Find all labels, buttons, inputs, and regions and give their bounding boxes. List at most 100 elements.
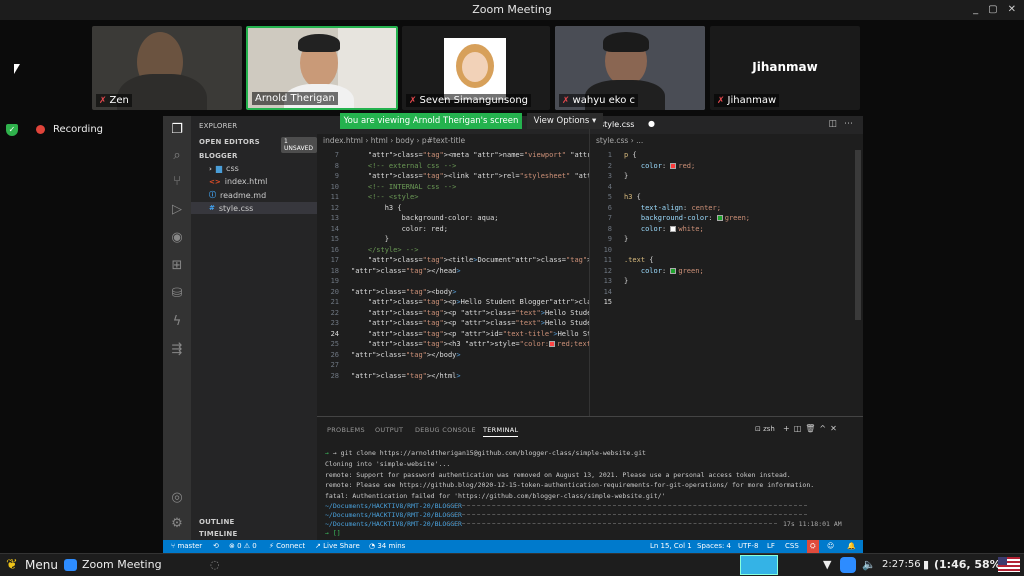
code-line[interactable]: 18 "attr">class="tag"></head> — [317, 266, 461, 277]
participant-tile-arnold[interactable]: Arnold Therigan — [246, 26, 398, 110]
split-terminal-icon[interactable]: ◫ — [794, 424, 806, 433]
code-line[interactable]: 28 "attr">class="tag"></html> — [317, 371, 461, 382]
clock[interactable]: 2:27:56 — [882, 554, 921, 576]
split-editor-icon[interactable]: ◫ — [828, 119, 837, 129]
tab-terminal[interactable]: TERMINAL — [483, 426, 519, 437]
code-line[interactable]: 8 <!-- external css --> — [317, 161, 457, 172]
problems-status[interactable]: ⊗ 0 ⚠ 0 — [229, 540, 257, 553]
code-line[interactable]: 15 } — [317, 234, 389, 245]
editor-style-css[interactable]: style.css ● ◫ ⋯ style.css › ... 1 p {2 co… — [589, 116, 863, 416]
timeline-section[interactable]: TIMELINE — [199, 530, 237, 538]
participant-tile-zen[interactable]: ✗ Zen — [92, 26, 242, 110]
feedback-icon[interactable]: ☺ — [827, 540, 834, 553]
remote-icon[interactable]: ⇶ — [169, 342, 185, 358]
tree-item-index-html[interactable]: <> index.html — [209, 177, 267, 186]
connect-status[interactable]: ⚡ Connect — [269, 540, 305, 553]
code-line[interactable]: 11 <!-- <style> — [317, 192, 419, 203]
go-live-icon[interactable]: ⛭ — [807, 540, 819, 553]
folder-blogger[interactable]: BLOGGER — [199, 152, 238, 160]
liveshare-status[interactable]: ↗ Live Share — [315, 540, 360, 553]
editor-scrollbar[interactable] — [855, 150, 861, 320]
run-debug-icon[interactable]: ▷ — [169, 202, 185, 218]
code-line[interactable]: 3} — [590, 171, 628, 182]
code-line[interactable]: 13} — [590, 276, 629, 287]
explorer-icon[interactable]: ❐ — [169, 122, 185, 138]
tree-item-style-css[interactable]: # style.css — [191, 202, 317, 214]
close-panel-icon[interactable]: ✕ — [830, 424, 841, 433]
code-line[interactable]: 12 h3 { — [317, 203, 402, 214]
code-line[interactable]: 1 p { — [590, 150, 637, 161]
tree-item-readme-md[interactable]: ⓘ readme.md — [209, 190, 266, 200]
code-line[interactable]: 10 <!-- INTERNAL css --> — [317, 182, 457, 193]
code-line[interactable]: 5 h3 { — [590, 192, 641, 203]
security-shield-icon[interactable]: ✓ — [6, 124, 18, 136]
participant-tile-wahyu[interactable]: ✗ wahyu eko c — [555, 26, 705, 110]
settings-gear-icon[interactable]: ⚙ — [169, 516, 185, 532]
tab-style-css[interactable]: style.css — [600, 120, 634, 129]
us-flag-keyboard-layout-icon[interactable] — [998, 557, 1020, 572]
breadcrumb[interactable]: style.css › ... — [596, 136, 643, 145]
database-icon[interactable]: ⛁ — [169, 286, 185, 302]
code-line[interactable]: 2 color: red; — [590, 161, 695, 172]
code-line[interactable]: 10 — [590, 245, 624, 256]
tab-output[interactable]: OUTPUT — [375, 426, 403, 434]
mint-menu-icon[interactable]: ❦ — [6, 554, 18, 576]
account-icon[interactable]: ◎ — [169, 490, 185, 506]
search-icon[interactable]: ⌕ — [169, 148, 185, 164]
time-status[interactable]: ◔ 34 mins — [369, 540, 405, 553]
tab-problems[interactable]: PROBLEMS — [327, 426, 365, 434]
view-options-button[interactable]: View Options ▾ — [527, 113, 603, 129]
zoom-tray-thumbnail[interactable] — [740, 555, 778, 575]
code-line[interactable]: 14 color: red; — [317, 224, 448, 235]
outline-section[interactable]: OUTLINE — [199, 518, 235, 526]
terminal-panel[interactable]: PROBLEMS OUTPUT DEBUG CONSOLE TERMINAL ⊡… — [317, 416, 863, 540]
menu-button[interactable]: Menu — [25, 554, 58, 576]
participant-tile-seven[interactable]: ✗ Seven Simangunsong — [402, 26, 550, 110]
code-line[interactable]: 14 — [590, 287, 624, 298]
tree-item-css[interactable]: › ▆ css — [209, 164, 239, 173]
code-line[interactable]: 16 </style> --> — [317, 245, 419, 256]
liveshare-icon[interactable]: ϟ — [169, 314, 185, 330]
code-line[interactable]: 19 — [317, 276, 351, 287]
terminal-input-line[interactable]: → [] — [325, 529, 341, 537]
code-line[interactable]: 17 "attr">class="tag"><title>Document"at… — [317, 255, 625, 266]
participant-tile-jihanmaw[interactable]: Jihanmaw ✗ Jihanmaw — [710, 26, 860, 110]
code-line[interactable]: 4 — [590, 182, 624, 193]
terminal-shell-selector[interactable]: ⊡ zsh — [755, 425, 775, 433]
code-line[interactable]: 6 text-align: center; — [590, 203, 721, 214]
sync-icon[interactable]: ⟲ — [213, 540, 219, 553]
minimize-button[interactable]: _ — [973, 0, 978, 20]
code-line[interactable]: 20 "attr">class="tag"><body> — [317, 287, 457, 298]
branch-status[interactable]: ⑂ master — [171, 540, 202, 553]
code-line[interactable]: 12 color: green; — [590, 266, 704, 277]
code-line[interactable]: 7 background-color: green; — [590, 213, 750, 224]
code-line[interactable]: 27 — [317, 360, 351, 371]
code-line[interactable]: 8 color: white; — [590, 224, 704, 235]
maximize-button[interactable]: ▢ — [988, 0, 997, 20]
language-mode[interactable]: CSS — [785, 540, 799, 553]
more-actions-icon[interactable]: ⋯ — [844, 119, 853, 129]
volume-icon[interactable]: 🔈 — [862, 554, 876, 576]
tab-debug-console[interactable]: DEBUG CONSOLE — [415, 426, 476, 434]
zoom-tray-icon[interactable] — [840, 557, 856, 573]
source-control-icon[interactable]: ⑂ — [169, 174, 185, 190]
editor-index-html[interactable]: index.html › html › body › p#text-title … — [317, 116, 726, 416]
close-button[interactable]: ✕ — [1008, 0, 1016, 20]
kill-terminal-icon[interactable]: 🗑 — [805, 424, 819, 433]
indentation[interactable]: Spaces: 4 — [697, 540, 731, 553]
breadcrumb[interactable]: index.html › html › body › p#text-title — [323, 136, 465, 145]
cursor-position[interactable]: Ln 15, Col 1 — [650, 540, 692, 553]
code-line[interactable]: 13 background-color: aqua; — [317, 213, 499, 224]
maximize-panel-icon[interactable]: ^ — [819, 424, 830, 433]
open-editors-section[interactable]: OPEN EDITORS — [199, 138, 260, 146]
taskbar-app-zoom[interactable]: Zoom Meeting — [82, 554, 162, 576]
new-terminal-icon[interactable]: + — [783, 424, 794, 433]
code-line[interactable]: 15 — [590, 297, 624, 308]
extensions-icon[interactable]: ⊞ — [169, 258, 185, 274]
notifications-bell-icon[interactable]: 🔔 — [847, 540, 856, 553]
workspace-icon[interactable]: ◌ — [210, 554, 220, 576]
github-icon[interactable]: ◉ — [169, 230, 185, 246]
code-line[interactable]: 9} — [590, 234, 628, 245]
line-ending[interactable]: LF — [767, 540, 775, 553]
encoding[interactable]: UTF-8 — [738, 540, 758, 553]
